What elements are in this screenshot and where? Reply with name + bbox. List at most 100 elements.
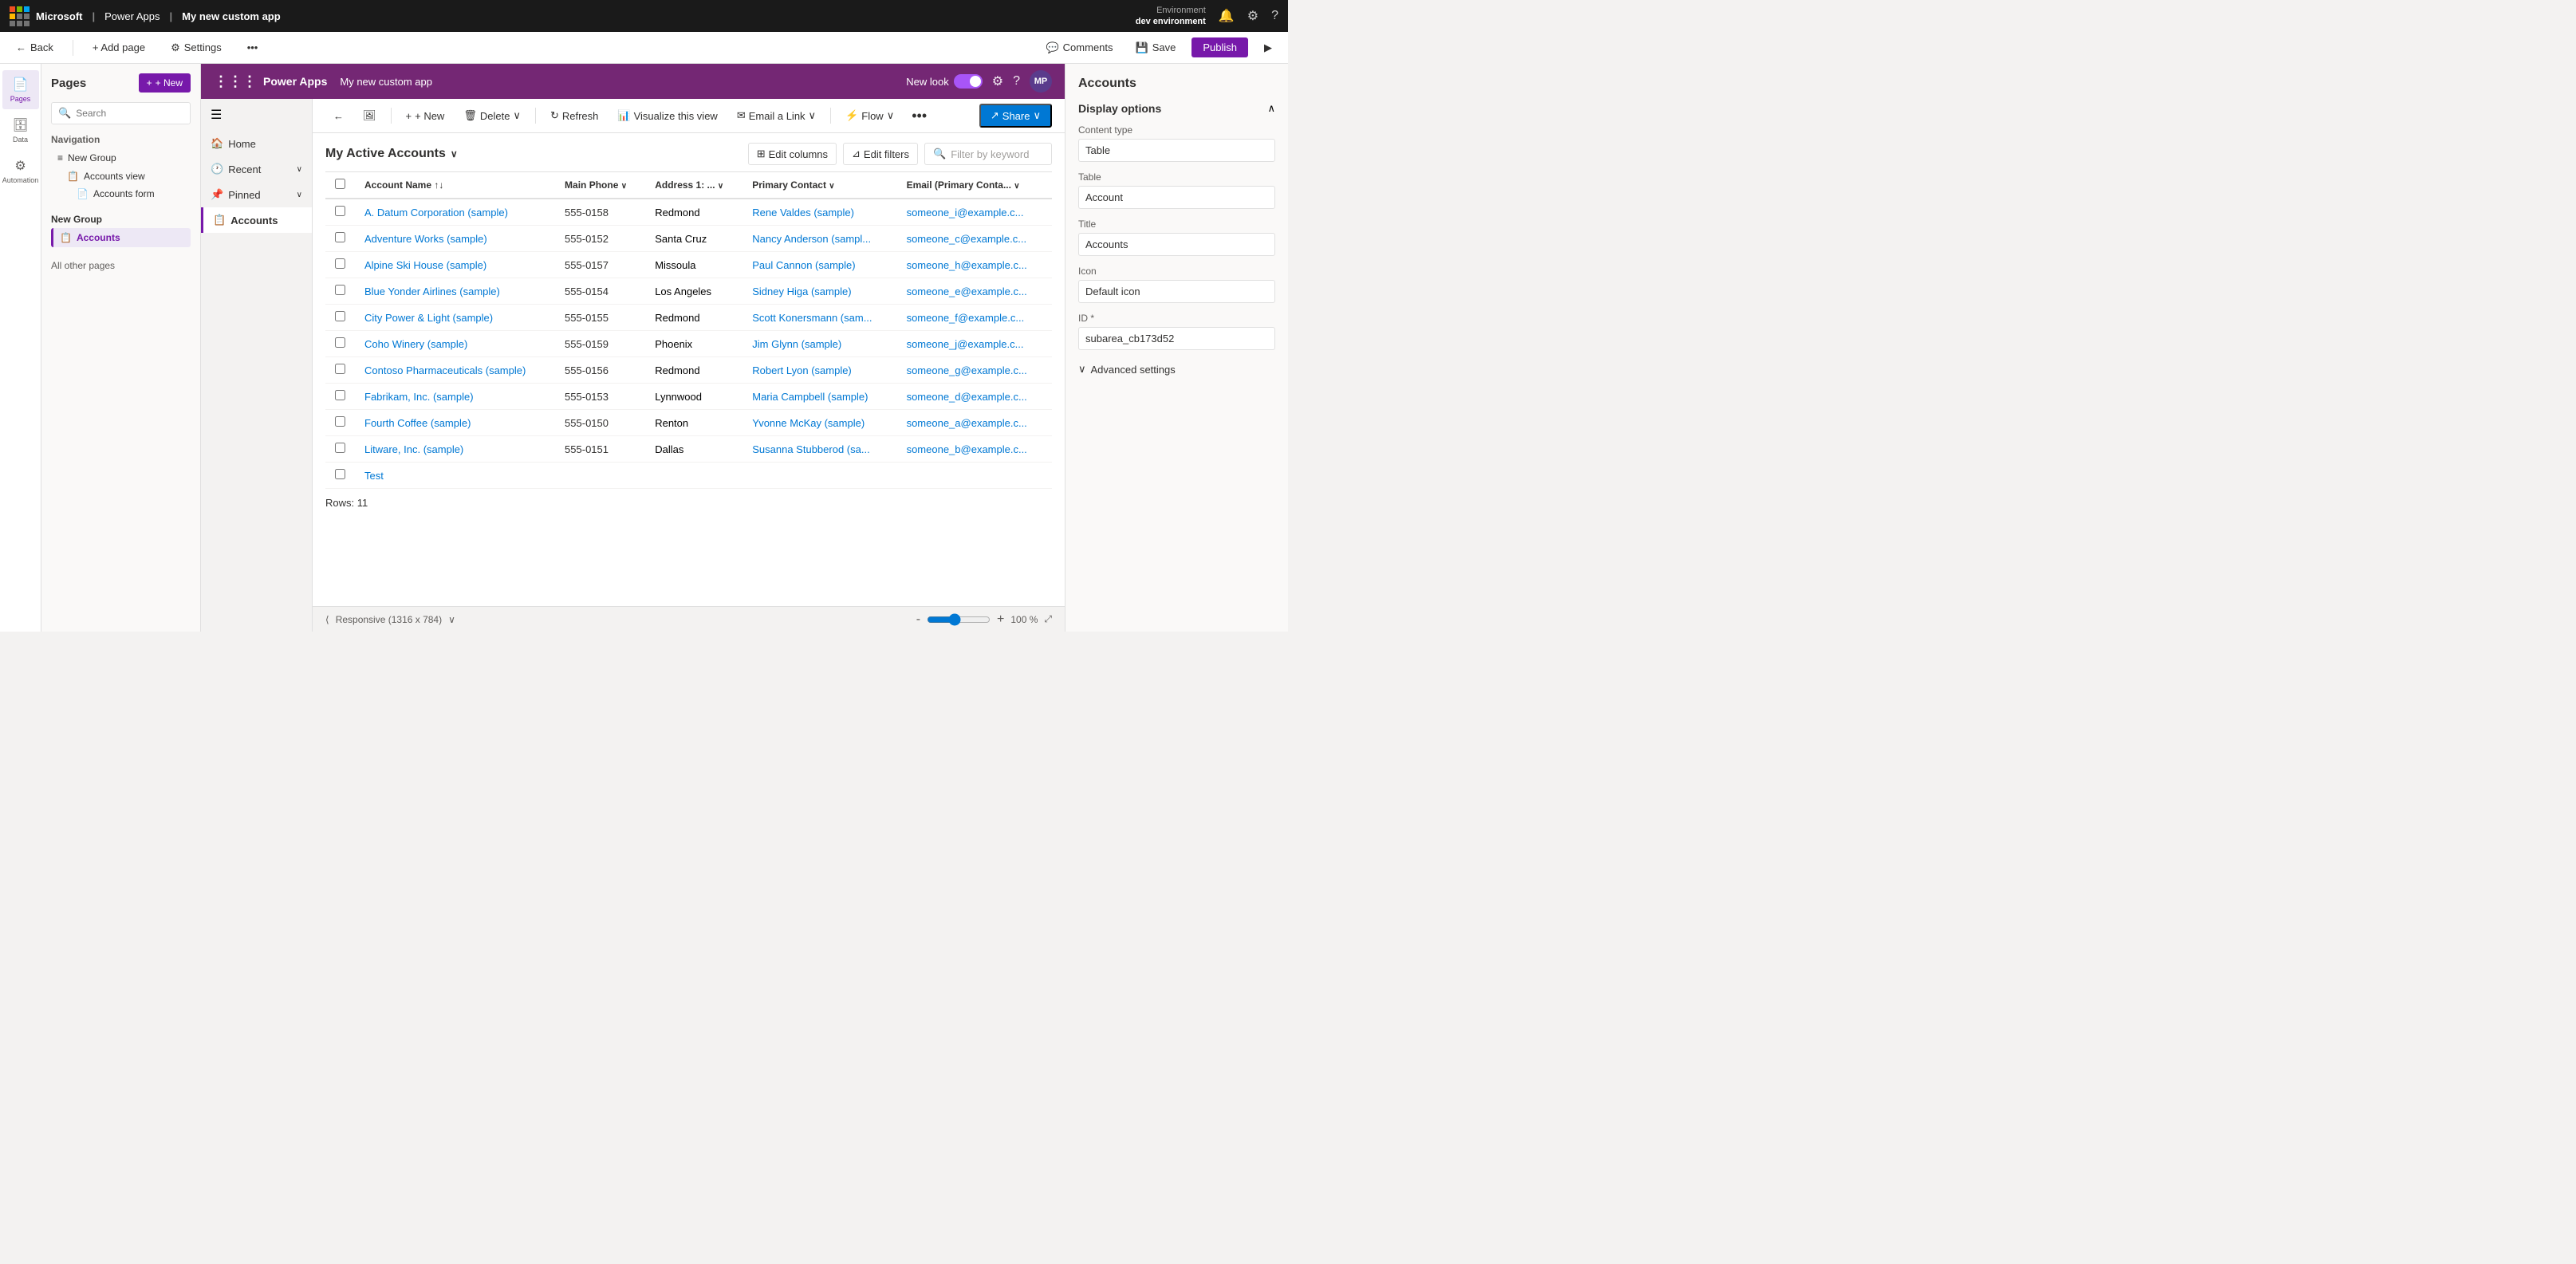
- settings-icon-topbar[interactable]: ⚙: [1247, 8, 1258, 24]
- edit-columns-button[interactable]: ⊞ Edit columns: [748, 143, 837, 165]
- expand-icon[interactable]: ⟨: [325, 614, 329, 625]
- select-all-checkbox[interactable]: [335, 179, 345, 189]
- id-input[interactable]: [1078, 327, 1275, 350]
- flow-button[interactable]: ⚡ Flow ∨: [837, 105, 902, 126]
- zoom-minus-button[interactable]: -: [916, 612, 920, 627]
- pa-help-icon[interactable]: ?: [1013, 74, 1020, 89]
- advanced-settings-toggle[interactable]: ∨ Advanced settings: [1078, 363, 1275, 376]
- contact-cell[interactable]: Yvonne McKay (sample): [742, 410, 896, 436]
- new-record-button[interactable]: + + New: [398, 106, 453, 126]
- email-cell[interactable]: someone_i@example.c...: [897, 199, 1052, 226]
- account-name-cell[interactable]: Test: [355, 463, 555, 489]
- nav-item-accounts-active[interactable]: 📋 Accounts: [51, 228, 191, 247]
- contact-cell[interactable]: [742, 463, 896, 489]
- row-checkbox-0[interactable]: [335, 206, 345, 216]
- more-options-button[interactable]: •••: [241, 38, 265, 57]
- col-email[interactable]: Email (Primary Conta... ∨: [897, 172, 1052, 199]
- nav-item-new-group[interactable]: ≡ New Group: [51, 148, 191, 167]
- contact-cell[interactable]: Robert Lyon (sample): [742, 357, 896, 384]
- account-name-cell[interactable]: Litware, Inc. (sample): [355, 436, 555, 463]
- email-cell[interactable]: someone_a@example.c...: [897, 410, 1052, 436]
- play-button[interactable]: ▶: [1258, 38, 1278, 57]
- col-account-name[interactable]: Account Name ↑↓: [355, 172, 555, 199]
- email-cell[interactable]: someone_j@example.c...: [897, 331, 1052, 357]
- row-checkbox-2[interactable]: [335, 258, 345, 269]
- account-name-cell[interactable]: Fabrikam, Inc. (sample): [355, 384, 555, 410]
- share-button[interactable]: ↗ Share ∨: [979, 104, 1052, 128]
- email-cell[interactable]: [897, 463, 1052, 489]
- account-name-cell[interactable]: Fourth Coffee (sample): [355, 410, 555, 436]
- account-name-cell[interactable]: Contoso Pharmaceuticals (sample): [355, 357, 555, 384]
- inner-sidebar-home[interactable]: 🏠 Home: [201, 131, 312, 156]
- fullscreen-icon[interactable]: ⤢: [1044, 613, 1052, 625]
- settings-button[interactable]: ⚙ Settings: [164, 38, 228, 57]
- new-look-toggle[interactable]: New look: [906, 74, 982, 89]
- back-button[interactable]: ← Back: [10, 38, 60, 57]
- sidebar-item-pages[interactable]: 📄 Pages: [2, 70, 39, 109]
- nav-item-accounts-view[interactable]: 📋 Accounts view: [51, 167, 191, 185]
- email-cell[interactable]: someone_g@example.c...: [897, 357, 1052, 384]
- more-actions-button[interactable]: •••: [905, 104, 933, 128]
- pages-search-box[interactable]: 🔍: [51, 102, 191, 124]
- new-page-button[interactable]: + + New: [139, 73, 191, 93]
- visualize-button[interactable]: 📊 Visualize this view: [609, 105, 725, 126]
- email-cell[interactable]: someone_c@example.c...: [897, 226, 1052, 252]
- pa-avatar[interactable]: MP: [1030, 70, 1052, 93]
- view-back-button[interactable]: ←: [325, 106, 352, 126]
- row-checkbox-9[interactable]: [335, 443, 345, 453]
- account-name-cell[interactable]: Alpine Ski House (sample): [355, 252, 555, 278]
- toggle-switch[interactable]: [954, 74, 983, 89]
- account-name-cell[interactable]: City Power & Light (sample): [355, 305, 555, 331]
- help-icon-topbar[interactable]: ?: [1271, 9, 1278, 23]
- col-address[interactable]: Address 1: ... ∨: [645, 172, 742, 199]
- row-checkbox-7[interactable]: [335, 390, 345, 400]
- col-primary-contact[interactable]: Primary Contact ∨: [742, 172, 896, 199]
- filter-search-box[interactable]: 🔍 Filter by keyword: [924, 143, 1052, 165]
- view-image-button[interactable]: 🖼: [355, 105, 384, 126]
- account-name-cell[interactable]: Adventure Works (sample): [355, 226, 555, 252]
- row-checkbox-4[interactable]: [335, 311, 345, 321]
- row-checkbox-8[interactable]: [335, 416, 345, 427]
- table-input[interactable]: [1078, 186, 1275, 209]
- contact-cell[interactable]: Paul Cannon (sample): [742, 252, 896, 278]
- title-chevron-icon[interactable]: ∨: [451, 148, 458, 159]
- row-checkbox-1[interactable]: [335, 232, 345, 242]
- delete-button[interactable]: 🗑 Delete ∨: [455, 105, 529, 126]
- edit-filters-button[interactable]: ⊿ Edit filters: [843, 143, 918, 165]
- inner-sidebar-accounts[interactable]: 📋 Accounts: [201, 207, 312, 233]
- publish-button[interactable]: Publish: [1191, 37, 1248, 57]
- row-checkbox-10[interactable]: [335, 469, 345, 479]
- comments-button[interactable]: 💬 Comments: [1039, 38, 1119, 57]
- email-cell[interactable]: someone_h@example.c...: [897, 252, 1052, 278]
- contact-cell[interactable]: Rene Valdes (sample): [742, 199, 896, 226]
- contact-cell[interactable]: Nancy Anderson (sampl...: [742, 226, 896, 252]
- account-name-cell[interactable]: A. Datum Corporation (sample): [355, 199, 555, 226]
- icon-input[interactable]: [1078, 280, 1275, 303]
- col-main-phone[interactable]: Main Phone ∨: [555, 172, 645, 199]
- add-page-button[interactable]: + Add page: [86, 38, 152, 57]
- account-name-cell[interactable]: Blue Yonder Airlines (sample): [355, 278, 555, 305]
- email-cell[interactable]: someone_d@example.c...: [897, 384, 1052, 410]
- sidebar-item-automation[interactable]: ⚙ Automation: [2, 152, 39, 191]
- row-checkbox-5[interactable]: [335, 337, 345, 348]
- notification-icon[interactable]: 🔔: [1219, 8, 1235, 24]
- waffle-icon[interactable]: ⋮⋮⋮: [214, 73, 257, 90]
- email-cell[interactable]: someone_e@example.c...: [897, 278, 1052, 305]
- title-input[interactable]: [1078, 233, 1275, 256]
- contact-cell[interactable]: Jim Glynn (sample): [742, 331, 896, 357]
- row-checkbox-6[interactable]: [335, 364, 345, 374]
- email-cell[interactable]: someone_f@example.c...: [897, 305, 1052, 331]
- contact-cell[interactable]: Susanna Stubberod (sa...: [742, 436, 896, 463]
- contact-cell[interactable]: Scott Konersmann (sam...: [742, 305, 896, 331]
- inner-sidebar-pinned[interactable]: 📌 Pinned ∨: [201, 182, 312, 207]
- pages-search-input[interactable]: [76, 108, 183, 119]
- contact-cell[interactable]: Maria Campbell (sample): [742, 384, 896, 410]
- nav-item-accounts-form[interactable]: 📄 Accounts form: [51, 185, 191, 203]
- save-button[interactable]: 💾 Save: [1129, 38, 1183, 57]
- content-type-input[interactable]: [1078, 139, 1275, 162]
- zoom-slider[interactable]: [927, 613, 991, 626]
- email-link-button[interactable]: ✉ Email a Link ∨: [729, 105, 824, 126]
- zoom-plus-button[interactable]: +: [997, 612, 1004, 627]
- display-options-header[interactable]: Display options ∧: [1078, 102, 1275, 115]
- contact-cell[interactable]: Sidney Higa (sample): [742, 278, 896, 305]
